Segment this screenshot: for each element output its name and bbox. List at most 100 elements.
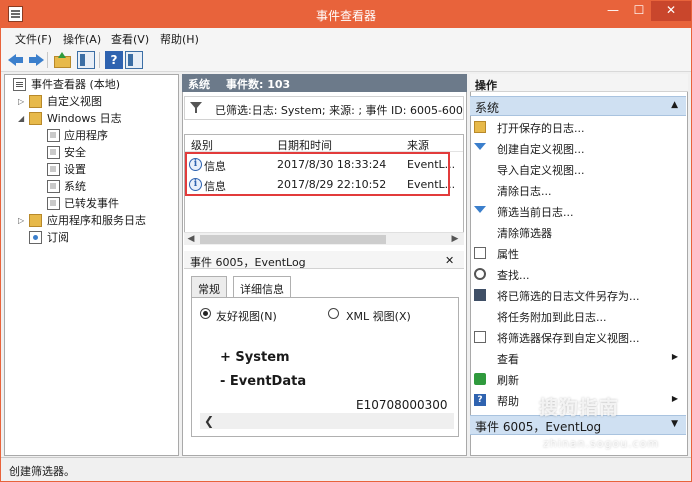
find-icon xyxy=(474,268,486,280)
menu-file[interactable]: 文件(F) xyxy=(15,31,52,47)
action-label: 导入自定义视图... xyxy=(497,164,585,177)
action-help[interactable]: ? 帮助 ▶ xyxy=(472,390,686,410)
help-icon[interactable]: ? xyxy=(105,51,123,69)
folder-icon xyxy=(29,95,42,108)
action-label: 清除筛选器 xyxy=(497,227,552,240)
show-hide-action-pane-icon[interactable] xyxy=(125,51,143,69)
tree-item-security[interactable]: 安全 xyxy=(5,144,178,161)
action-label: 查看 xyxy=(497,353,519,366)
tree-item-apps-services-logs[interactable]: ▷ 应用程序和服务日志 xyxy=(5,212,178,229)
tree-label: 事件查看器 (本地) xyxy=(31,78,121,91)
system-node[interactable]: + System xyxy=(220,350,290,365)
event-list-scrollbar[interactable]: ◀ ▶ xyxy=(184,232,464,245)
xml-view-radio[interactable] xyxy=(328,308,339,319)
collapse-icon[interactable]: ▲ xyxy=(671,100,678,110)
tree-item-system[interactable]: 系统 xyxy=(5,178,178,195)
refresh-icon xyxy=(474,373,486,385)
action-find[interactable]: 查找... xyxy=(472,264,686,284)
save-filter-icon xyxy=(474,331,486,343)
scroll-left-icon[interactable]: ❮ xyxy=(204,413,214,429)
action-open-saved-log[interactable]: 打开保存的日志... xyxy=(472,117,686,137)
menu-help[interactable]: 帮助(H) xyxy=(160,31,199,47)
tree-item-forwarded-events[interactable]: 已转发事件 xyxy=(5,195,178,212)
tree-item-setup[interactable]: 设置 xyxy=(5,161,178,178)
up-folder-icon[interactable] xyxy=(53,51,71,69)
column-level[interactable]: 级别 xyxy=(191,137,213,153)
filter-description: 已筛选:日志: System; 来源: ; 事件 ID: 6005-6006。事 xyxy=(215,104,463,117)
friendly-view-radio[interactable] xyxy=(200,308,211,319)
tree-item-subscriptions[interactable]: 订阅 xyxy=(5,229,178,246)
minimize-button[interactable]: — xyxy=(601,1,625,21)
scroll-right-icon[interactable]: ▶ xyxy=(448,233,462,246)
action-clear-filter[interactable]: 清除筛选器 xyxy=(472,222,686,242)
scroll-left-icon[interactable]: ◀ xyxy=(184,233,198,246)
xml-view-label[interactable]: XML 视图(X) xyxy=(346,308,411,324)
actions-section-system[interactable]: 系统 ▲ xyxy=(470,96,686,116)
maximize-button[interactable]: ☐ xyxy=(627,1,651,21)
event-count: 事件数: 103 xyxy=(226,78,291,91)
action-clear-log[interactable]: 清除日志... xyxy=(472,180,686,200)
event-detail-title: 事件 6005，EventLog xyxy=(190,256,306,269)
menu-action[interactable]: 操作(A) xyxy=(63,31,101,47)
status-bar: 创建筛选器。 xyxy=(1,457,691,481)
column-source[interactable]: 来源 xyxy=(407,137,429,153)
action-create-custom-view[interactable]: 创建自定义视图... xyxy=(472,138,686,158)
action-filter-current-log[interactable]: 筛选当前日志... xyxy=(472,201,686,221)
event-binary-data: E10708000300 xyxy=(356,398,448,412)
forward-arrow-icon[interactable] xyxy=(27,51,45,69)
scroll-thumb[interactable] xyxy=(200,235,386,244)
action-save-filter-to-view[interactable]: 将筛选器保存到自定义视图... xyxy=(472,327,686,347)
toolbar-separator xyxy=(99,52,100,68)
tree-label: Windows 日志 xyxy=(47,112,122,125)
submenu-arrow-icon: ▶ xyxy=(671,352,678,361)
expand-arrow-icon[interactable]: ▷ xyxy=(18,212,28,229)
show-hide-tree-icon[interactable] xyxy=(77,51,95,69)
close-icon[interactable]: ✕ xyxy=(445,254,454,267)
folder-icon xyxy=(29,112,42,125)
action-properties[interactable]: 属性 xyxy=(472,243,686,263)
actions-section-event[interactable]: 事件 6005，EventLog ▼ xyxy=(470,415,686,435)
expand-arrow-icon[interactable]: ▷ xyxy=(18,93,28,110)
section-label: 系统 xyxy=(475,101,500,115)
friendly-view-label[interactable]: 友好视图(N) xyxy=(216,308,277,324)
back-arrow-icon[interactable] xyxy=(7,51,25,69)
action-view[interactable]: 查看 ▶ xyxy=(472,348,686,368)
section-label: 事件 6005，EventLog xyxy=(475,420,602,434)
eventdata-node[interactable]: - EventData xyxy=(220,374,306,389)
tab-details[interactable]: 详细信息 xyxy=(233,276,291,298)
help-icon: ? xyxy=(474,394,486,406)
tree-label: 应用程序和服务日志 xyxy=(47,214,146,227)
tree-item-application[interactable]: 应用程序 xyxy=(5,127,178,144)
event-viewer-window: 事件查看器 — ☐ ✕ 文件(F) 操作(A) 查看(V) 帮助(H) ? 事件… xyxy=(0,0,692,482)
action-label: 将任务附加到此日志... xyxy=(497,311,607,324)
collapse-arrow-icon[interactable]: ◢ xyxy=(18,110,28,127)
toolbar-separator xyxy=(47,52,48,68)
log-icon xyxy=(47,129,60,142)
menu-view[interactable]: 查看(V) xyxy=(111,31,149,47)
action-save-filtered-log[interactable]: 将已筛选的日志文件另存为... xyxy=(472,285,686,305)
submenu-arrow-icon: ▶ xyxy=(671,394,678,403)
event-viewer-icon xyxy=(13,78,26,91)
column-datetime[interactable]: 日期和时间 xyxy=(277,137,332,153)
log-icon xyxy=(47,197,60,210)
detail-scrollbar[interactable]: ❮ xyxy=(200,413,454,429)
tree-item-windows-logs[interactable]: ◢ Windows 日志 xyxy=(5,110,178,127)
action-label: 将已筛选的日志文件另存为... xyxy=(497,290,640,303)
properties-icon xyxy=(474,247,486,259)
action-import-custom-view[interactable]: 导入自定义视图... xyxy=(472,159,686,179)
tree-item-custom-views[interactable]: ▷ 自定义视图 xyxy=(5,93,178,110)
action-label: 清除日志... xyxy=(497,185,552,198)
action-label: 属性 xyxy=(497,248,519,261)
action-refresh[interactable]: 刷新 xyxy=(472,369,686,389)
close-button[interactable]: ✕ xyxy=(651,1,691,21)
status-text: 创建筛选器。 xyxy=(9,465,75,478)
navigation-tree: 事件查看器 (本地) ▷ 自定义视图 ◢ Windows 日志 应用程序 安全 … xyxy=(4,74,179,456)
actions-title: 操作 xyxy=(475,79,497,92)
action-label: 筛选当前日志... xyxy=(497,206,574,219)
log-name: 系统 xyxy=(188,78,210,91)
tab-general[interactable]: 常规 xyxy=(191,276,227,298)
highlight-annotation xyxy=(185,152,450,196)
action-attach-task[interactable]: 将任务附加到此日志... xyxy=(472,306,686,326)
expand-icon[interactable]: ▼ xyxy=(671,419,678,429)
tree-item-root[interactable]: 事件查看器 (本地) xyxy=(5,76,178,93)
